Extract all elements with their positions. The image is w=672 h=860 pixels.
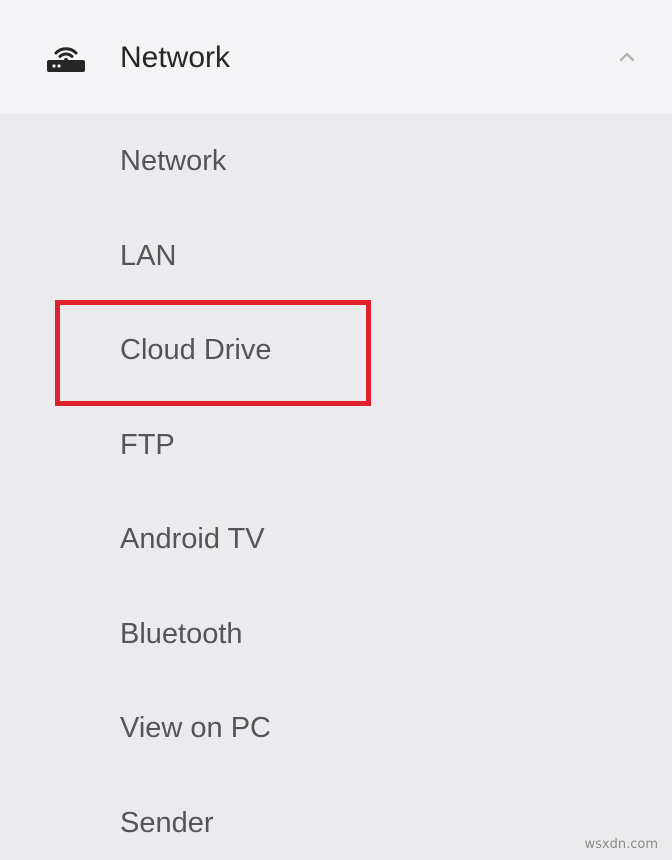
submenu-item-ftp[interactable]: FTP — [0, 398, 672, 492]
router-icon — [45, 40, 87, 74]
submenu-item-sender[interactable]: Sender — [0, 776, 672, 860]
submenu-item-view-on-pc[interactable]: View on PC — [0, 681, 672, 775]
submenu-item-label: Cloud Drive — [120, 334, 272, 366]
submenu-item-cloud-drive[interactable]: Cloud Drive — [0, 303, 672, 397]
submenu-item-label: LAN — [120, 240, 177, 272]
network-section-header[interactable]: Network — [0, 0, 672, 114]
submenu-item-label: Bluetooth — [120, 618, 243, 650]
submenu-item-label: View on PC — [120, 712, 271, 744]
submenu-item-lan[interactable]: LAN — [0, 209, 672, 303]
network-submenu: Network LAN Cloud Drive FTP Android TV B… — [0, 114, 672, 860]
network-menu-screen: Network Network LAN Cloud Drive FTP Andr… — [0, 0, 672, 860]
submenu-item-bluetooth[interactable]: Bluetooth — [0, 587, 672, 681]
submenu-item-label: Android TV — [120, 523, 265, 555]
watermark-text: wsxdn.com — [584, 837, 659, 852]
submenu-item-network[interactable]: Network — [0, 114, 672, 208]
submenu-item-label: FTP — [120, 429, 175, 461]
chevron-up-icon[interactable] — [614, 44, 640, 70]
submenu-item-android-tv[interactable]: Android TV — [0, 492, 672, 586]
submenu-item-label: Sender — [120, 807, 214, 839]
submenu-item-label: Network — [120, 145, 227, 177]
network-section-title: Network — [120, 41, 231, 74]
